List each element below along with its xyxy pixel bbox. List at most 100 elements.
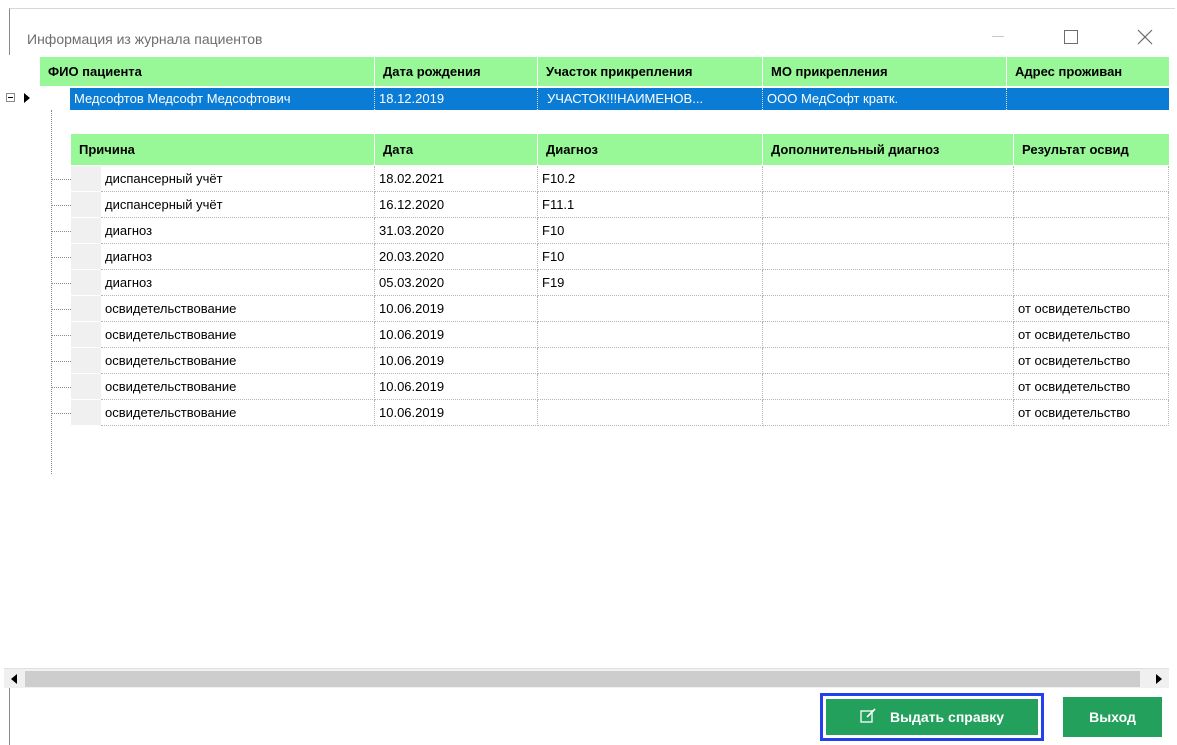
col-header-birth-date[interactable]: Дата рождения: [375, 57, 538, 86]
detail-reason-cell[interactable]: диагноз: [101, 218, 375, 244]
patient-district-cell[interactable]: УЧАСТОК!!!НАИМЕНОВ...: [538, 88, 763, 110]
detail-result-cell[interactable]: от освидетельство: [1014, 322, 1169, 348]
detail-reason-cell[interactable]: освидетельствование: [101, 322, 375, 348]
detail-date-cell[interactable]: 10.06.2019: [375, 348, 538, 374]
detail-col-header-diagnosis[interactable]: Диагноз: [538, 134, 763, 165]
detail-date-cell[interactable]: 10.06.2019: [375, 322, 538, 348]
detail-extra-diagnosis-cell[interactable]: [763, 270, 1014, 296]
detail-result-cell[interactable]: от освидетельство: [1014, 400, 1169, 426]
detail-date-cell[interactable]: 10.06.2019: [375, 296, 538, 322]
detail-row[interactable]: освидетельствование 10.06.2019 от освидете…: [71, 296, 1169, 322]
detail-reason-cell[interactable]: освидетельствование: [101, 400, 375, 426]
patient-address-cell[interactable]: [1007, 88, 1169, 110]
scroll-right-button[interactable]: [1149, 669, 1169, 689]
exit-button[interactable]: Выход: [1063, 697, 1162, 737]
row-selector[interactable]: [71, 348, 101, 374]
detail-extra-diagnosis-cell[interactable]: [763, 166, 1014, 192]
detail-col-header-extra-diagnosis[interactable]: Дополнительный диагноз: [763, 134, 1014, 165]
detail-reason-cell[interactable]: освидетельствование: [101, 348, 375, 374]
detail-result-cell[interactable]: от освидетельство: [1014, 348, 1169, 374]
detail-date-cell[interactable]: 18.02.2021: [375, 166, 538, 192]
detail-date-cell[interactable]: 16.12.2020: [375, 192, 538, 218]
detail-row[interactable]: освидетельствование 10.06.2019 от освидете…: [71, 322, 1169, 348]
row-selector[interactable]: [71, 244, 101, 270]
detail-date-cell[interactable]: 10.06.2019: [375, 374, 538, 400]
close-button[interactable]: [1122, 17, 1168, 57]
detail-extra-diagnosis-cell[interactable]: [763, 322, 1014, 348]
detail-diagnosis-cell[interactable]: [538, 296, 763, 322]
col-header-mo[interactable]: МО прикрепления: [763, 57, 1007, 86]
tree-branch-line: [51, 387, 71, 388]
detail-row[interactable]: диагноз 05.03.2020 F19: [71, 270, 1169, 296]
detail-row[interactable]: диспансерный учёт 18.02.2021 F10.2: [71, 166, 1169, 192]
detail-diagnosis-cell[interactable]: [538, 400, 763, 426]
detail-reason-cell[interactable]: диспансерный учёт: [101, 192, 375, 218]
issue-certificate-label: Выдать справку: [889, 709, 1005, 725]
detail-result-cell[interactable]: от освидетельство: [1014, 296, 1169, 322]
detail-date-cell[interactable]: 05.03.2020: [375, 270, 538, 296]
detail-reason-cell[interactable]: освидетельствование: [101, 374, 375, 400]
detail-col-header-reason[interactable]: Причина: [71, 134, 375, 165]
row-selector[interactable]: [71, 296, 101, 322]
row-selector[interactable]: [71, 192, 101, 218]
detail-reason-cell[interactable]: диагноз: [101, 244, 375, 270]
detail-row[interactable]: диспансерный учёт 16.12.2020 F11.1: [71, 192, 1169, 218]
detail-row[interactable]: освидетельствование 10.06.2019 от освидете…: [71, 348, 1169, 374]
issue-certificate-button[interactable]: Выдать справку: [820, 693, 1044, 741]
col-header-address[interactable]: Адрес проживан: [1007, 57, 1169, 86]
row-selector[interactable]: [71, 218, 101, 244]
row-selector[interactable]: [71, 400, 101, 426]
detail-diagnosis-cell[interactable]: F10.2: [538, 166, 763, 192]
detail-extra-diagnosis-cell[interactable]: [763, 400, 1014, 426]
detail-date-cell[interactable]: 10.06.2019: [375, 400, 538, 426]
detail-result-cell[interactable]: от освидетельство: [1014, 374, 1169, 400]
detail-extra-diagnosis-cell[interactable]: [763, 374, 1014, 400]
row-selector[interactable]: [71, 374, 101, 400]
detail-diagnosis-cell[interactable]: F19: [538, 270, 763, 296]
detail-diagnosis-cell[interactable]: [538, 348, 763, 374]
patient-mo-cell[interactable]: ООО МедСофт кратк.: [763, 88, 1007, 110]
detail-extra-diagnosis-cell[interactable]: [763, 296, 1014, 322]
scroll-left-button[interactable]: [4, 669, 24, 689]
detail-result-cell[interactable]: [1014, 244, 1169, 270]
row-selector[interactable]: [71, 270, 101, 296]
detail-date-cell[interactable]: 31.03.2020: [375, 218, 538, 244]
tree-branch-line: [51, 179, 71, 180]
row-selector[interactable]: [71, 322, 101, 348]
detail-reason-cell[interactable]: диспансерный учёт: [101, 166, 375, 192]
horizontal-scrollbar[interactable]: [4, 668, 1169, 688]
patient-row[interactable]: Медсофтов Медсофт Медсофтович 18.12.2019…: [4, 88, 1169, 110]
detail-col-header-date[interactable]: Дата: [375, 134, 538, 165]
patient-birth-date-cell[interactable]: 18.12.2019: [375, 88, 538, 110]
detail-row[interactable]: диагноз 31.03.2020 F10: [71, 218, 1169, 244]
detail-extra-diagnosis-cell[interactable]: [763, 218, 1014, 244]
detail-reason-cell[interactable]: освидетельствование: [101, 296, 375, 322]
minimize-button[interactable]: [975, 17, 1021, 57]
detail-row[interactable]: освидетельствование 10.06.2019 от освидете…: [71, 400, 1169, 426]
detail-diagnosis-cell[interactable]: [538, 374, 763, 400]
detail-diagnosis-cell[interactable]: F10: [538, 244, 763, 270]
detail-row[interactable]: освидетельствование 10.06.2019 от освидете…: [71, 374, 1169, 400]
detail-extra-diagnosis-cell[interactable]: [763, 192, 1014, 218]
detail-diagnosis-cell[interactable]: [538, 322, 763, 348]
detail-extra-diagnosis-cell[interactable]: [763, 244, 1014, 270]
scrollbar-thumb[interactable]: [25, 671, 1140, 687]
detail-diagnosis-cell[interactable]: F10: [538, 218, 763, 244]
detail-result-cell[interactable]: [1014, 270, 1169, 296]
arrow-left-icon: [11, 672, 17, 687]
edit-icon: [860, 707, 876, 727]
detail-date-cell[interactable]: 20.03.2020: [375, 244, 538, 270]
detail-diagnosis-cell[interactable]: F11.1: [538, 192, 763, 218]
row-selector[interactable]: [71, 166, 101, 192]
detail-reason-cell[interactable]: диагноз: [101, 270, 375, 296]
detail-result-cell[interactable]: [1014, 192, 1169, 218]
detail-result-cell[interactable]: [1014, 166, 1169, 192]
detail-row[interactable]: диагноз 20.03.2020 F10: [71, 244, 1169, 270]
maximize-button[interactable]: [1048, 17, 1094, 57]
col-header-fio[interactable]: ФИО пациента: [40, 57, 375, 86]
col-header-district[interactable]: Участок прикрепления: [538, 57, 763, 86]
detail-extra-diagnosis-cell[interactable]: [763, 348, 1014, 374]
detail-result-cell[interactable]: [1014, 218, 1169, 244]
detail-col-header-result[interactable]: Результат освид: [1014, 134, 1169, 165]
patient-name-cell[interactable]: Медсофтов Медсофт Медсофтович: [70, 88, 375, 110]
